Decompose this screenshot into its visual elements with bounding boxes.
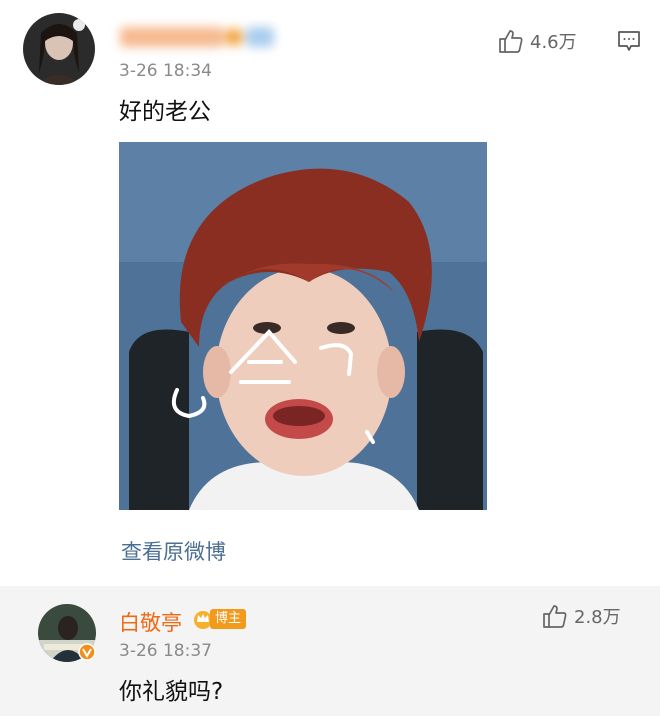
blogger-badge: 博主 xyxy=(192,608,247,630)
author-name[interactable]: 白敬亭 xyxy=(119,607,182,637)
comment-time: 3-26 18:37 xyxy=(119,641,212,661)
badge-label: 博主 xyxy=(210,609,247,629)
meme-image[interactable] xyxy=(119,142,487,510)
like-button[interactable]: 2.8万 xyxy=(542,603,621,629)
blurred-username[interactable] xyxy=(118,24,278,50)
comment-item-2: 白敬亭 博主 3-26 18:37 2.8万 你礼貌吗? xyxy=(0,586,660,716)
thumbs-up-icon xyxy=(499,30,523,53)
comment-icon[interactable] xyxy=(617,29,641,57)
comment-text: 你礼貌吗? xyxy=(119,679,224,705)
like-count: 2.8万 xyxy=(574,607,621,628)
view-original-link[interactable]: 查看原微博 xyxy=(121,536,226,566)
like-button[interactable]: 4.6万 xyxy=(498,28,577,54)
avatar[interactable] xyxy=(23,13,95,85)
comment-time: 3-26 18:34 xyxy=(119,61,212,81)
like-count: 4.6万 xyxy=(530,32,577,53)
comment-item-1: 3-26 18:34 4.6万 好的老公 查看原微博 xyxy=(0,0,660,586)
comment-text: 好的老公 xyxy=(119,99,211,125)
verified-icon xyxy=(78,643,96,665)
thumbs-up-icon xyxy=(543,605,567,628)
